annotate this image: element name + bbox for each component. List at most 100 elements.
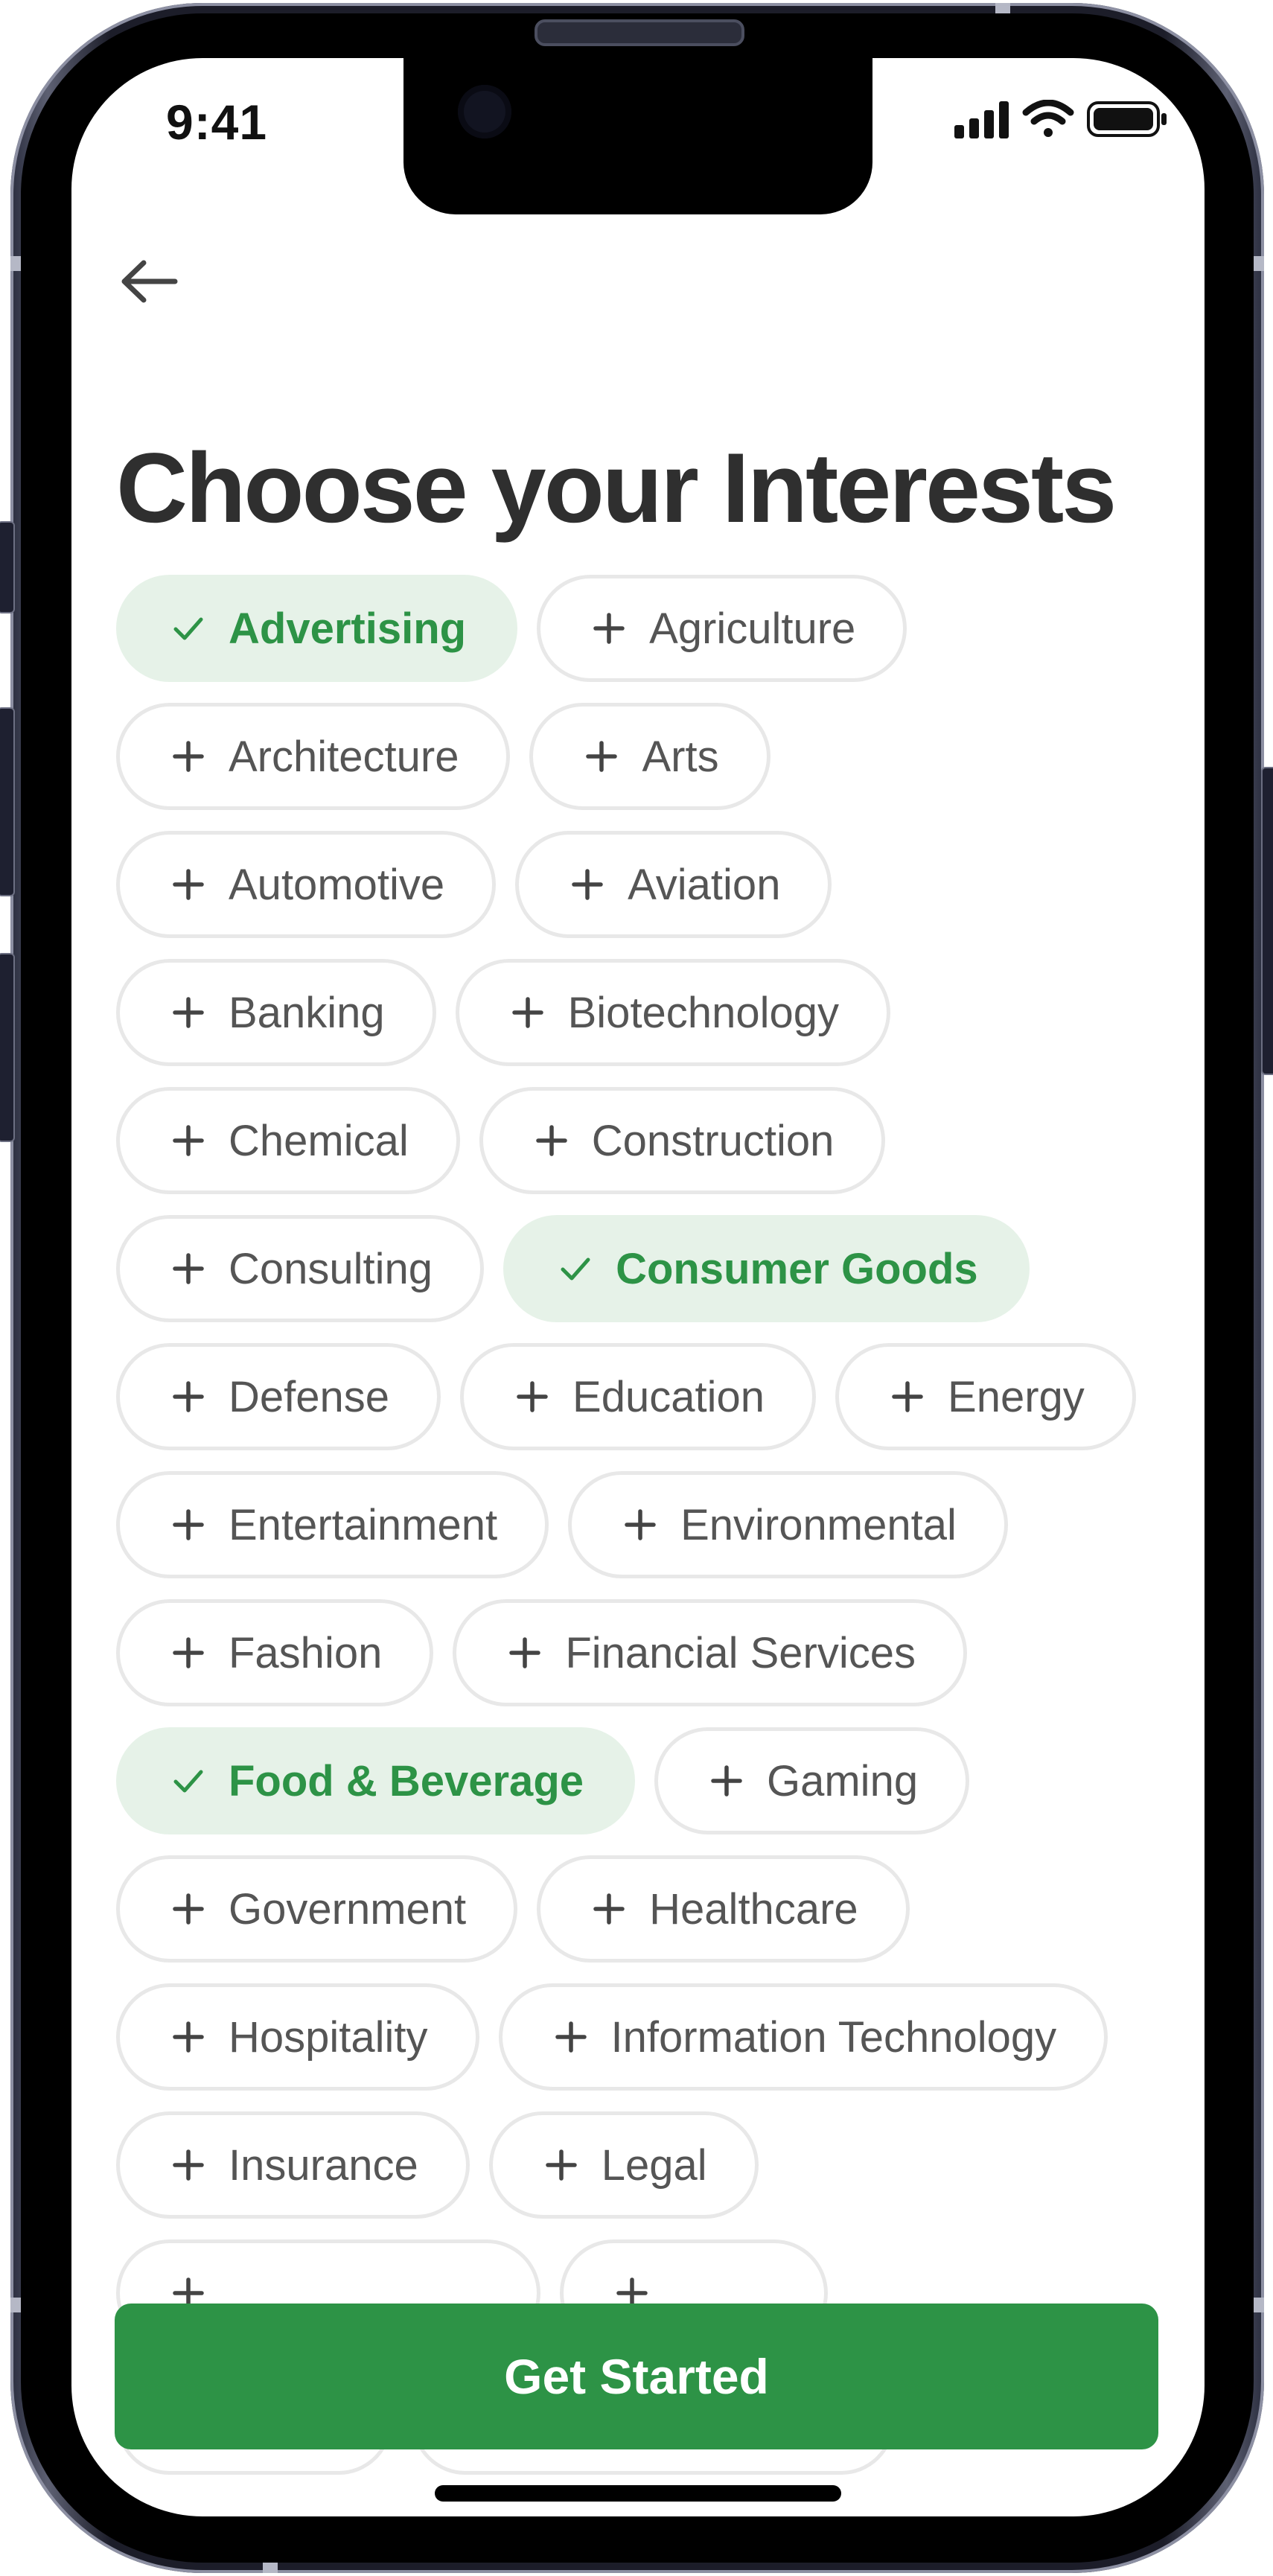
plus-icon xyxy=(545,2149,577,2181)
chip-row: Government Healthcare xyxy=(116,1855,1173,1963)
interest-chip-label: Banking xyxy=(229,988,385,1037)
interest-chip-label: Education xyxy=(572,1372,765,1421)
interest-chip-label: Financial Services xyxy=(565,1628,916,1677)
interest-chip-chemical[interactable]: Chemical xyxy=(116,1087,460,1194)
interest-chip-label: Insurance xyxy=(229,2140,418,2190)
interest-chip-consumer-goods[interactable]: Consumer Goods xyxy=(503,1215,1030,1322)
interest-chip-construction[interactable]: Construction xyxy=(479,1087,886,1194)
chip-row: Chemical Construction xyxy=(116,1087,1173,1194)
plus-icon xyxy=(593,613,625,644)
interest-chip-architecture[interactable]: Architecture xyxy=(116,703,511,810)
interest-chip-label: Agriculture xyxy=(649,604,856,653)
interest-chip-insurance[interactable]: Insurance xyxy=(116,2111,470,2219)
interest-chip-banking[interactable]: Banking xyxy=(116,959,436,1066)
plus-icon xyxy=(536,1125,567,1156)
interest-chip-healthcare[interactable]: Healthcare xyxy=(537,1855,910,1963)
chip-row: Hospitality Information Technology xyxy=(116,1983,1173,2091)
interest-chip-label: Legal xyxy=(601,2140,707,2190)
interest-chip-agriculture[interactable]: Agriculture xyxy=(537,575,907,682)
interest-chip-label: Aviation xyxy=(628,860,781,909)
interest-chip-advertising[interactable]: Advertising xyxy=(116,575,518,682)
chip-row: Advertising Agriculture xyxy=(116,575,1173,682)
interest-chip-food-beverage[interactable]: Food & Beverage xyxy=(116,1727,635,1834)
home-indicator[interactable] xyxy=(435,2485,841,2502)
device-volume-down-button xyxy=(0,953,15,1142)
plus-icon xyxy=(173,997,204,1028)
interest-chip-fashion[interactable]: Fashion xyxy=(116,1599,434,1706)
chip-row: Food & Beverage Gaming xyxy=(116,1727,1173,1834)
interest-chip-entertainment[interactable]: Entertainment xyxy=(116,1471,549,1578)
interest-chip-consulting[interactable]: Consulting xyxy=(116,1215,485,1322)
interest-chip-label: Consumer Goods xyxy=(616,1244,978,1293)
interest-chip-label: Consulting xyxy=(229,1244,433,1293)
battery-icon xyxy=(1087,101,1167,137)
interest-chip-legal[interactable]: Legal xyxy=(488,2111,759,2219)
interest-chip-financial-services[interactable]: Financial Services xyxy=(453,1599,967,1706)
interest-chip-biotechnology[interactable]: Biotechnology xyxy=(455,959,890,1066)
cellular-signal-icon xyxy=(954,101,1009,138)
interest-chip-label: Automotive xyxy=(229,860,445,909)
interest-chip-defense[interactable]: Defense xyxy=(116,1343,441,1450)
check-icon xyxy=(173,1770,203,1793)
chip-row: Banking Biotechnology xyxy=(116,959,1173,1066)
get-started-button[interactable]: Get Started xyxy=(115,2304,1158,2449)
interest-chip-aviation[interactable]: Aviation xyxy=(515,831,832,938)
interest-chip-label: Information Technology xyxy=(610,2012,1057,2062)
interest-chip-label: Healthcare xyxy=(649,1884,858,1933)
interest-chip-label: Chemical xyxy=(229,1116,409,1165)
check-icon xyxy=(561,1257,590,1281)
front-camera-icon xyxy=(458,85,511,138)
interest-chip-label: Advertising xyxy=(229,604,467,653)
status-icons xyxy=(954,99,1170,138)
plus-icon xyxy=(711,1765,742,1796)
interest-chip-label: Government xyxy=(229,1884,467,1933)
interest-chip-environmental[interactable]: Environmental xyxy=(568,1471,1008,1578)
chip-row: Entertainment Environmental xyxy=(116,1471,1173,1578)
interest-chip-label: Arts xyxy=(642,732,719,781)
check-icon xyxy=(173,617,203,640)
plus-icon xyxy=(509,1637,541,1668)
plus-icon xyxy=(173,2149,204,2181)
arrow-left-icon xyxy=(121,260,178,303)
interest-chip-label: Construction xyxy=(591,1116,835,1165)
interest-chip-automotive[interactable]: Automotive xyxy=(116,831,497,938)
interests-chip-list: Advertising Agriculture Architecture Arts Au… xyxy=(116,575,1173,2475)
plus-icon xyxy=(173,1893,204,1925)
interest-chip-hospitality[interactable]: Hospitality xyxy=(116,1983,479,2091)
interest-chip-label: Defense xyxy=(229,1372,390,1421)
plus-icon xyxy=(892,1381,923,1412)
interest-chip-label: Gaming xyxy=(767,1756,919,1805)
interest-chip-label: Energy xyxy=(948,1372,1085,1421)
interest-chip-arts[interactable]: Arts xyxy=(529,703,770,810)
plus-icon xyxy=(173,2021,204,2053)
interest-chip-label: Environmental xyxy=(680,1500,957,1549)
app-screen: 9:41 Choose your Interests Advertising A… xyxy=(71,58,1205,2516)
device-volume-up-button xyxy=(0,707,15,896)
plus-icon xyxy=(173,1125,204,1156)
device-silent-switch xyxy=(0,521,15,613)
plus-icon xyxy=(511,997,543,1028)
interest-chip-education[interactable]: Education xyxy=(460,1343,817,1450)
chip-row: Insurance Legal xyxy=(116,2111,1173,2219)
plus-icon xyxy=(173,1509,204,1540)
chip-row: Defense Education Energy xyxy=(116,1343,1173,1450)
interest-chip-label: Architecture xyxy=(229,732,459,781)
antenna-band xyxy=(995,3,1010,13)
plus-icon xyxy=(625,1509,656,1540)
earpiece-speaker xyxy=(535,19,744,46)
interest-chip-label: Entertainment xyxy=(229,1500,498,1549)
device-power-button xyxy=(1261,767,1273,1075)
plus-icon xyxy=(173,741,204,772)
status-time: 9:41 xyxy=(166,95,268,150)
back-button[interactable] xyxy=(112,244,186,319)
interest-chip-label: Fashion xyxy=(229,1628,383,1677)
chip-row: Automotive Aviation xyxy=(116,831,1173,938)
interest-chip-energy[interactable]: Energy xyxy=(835,1343,1136,1450)
interest-chip-gaming[interactable]: Gaming xyxy=(654,1727,970,1834)
antenna-band xyxy=(263,2563,278,2573)
page-title: Choose your Interests xyxy=(116,433,1117,543)
interest-chip-information-technology[interactable]: Information Technology xyxy=(498,1983,1108,2091)
wifi-icon xyxy=(1022,99,1074,137)
chip-row: Architecture Arts xyxy=(116,703,1173,810)
interest-chip-government[interactable]: Government xyxy=(116,1855,518,1963)
